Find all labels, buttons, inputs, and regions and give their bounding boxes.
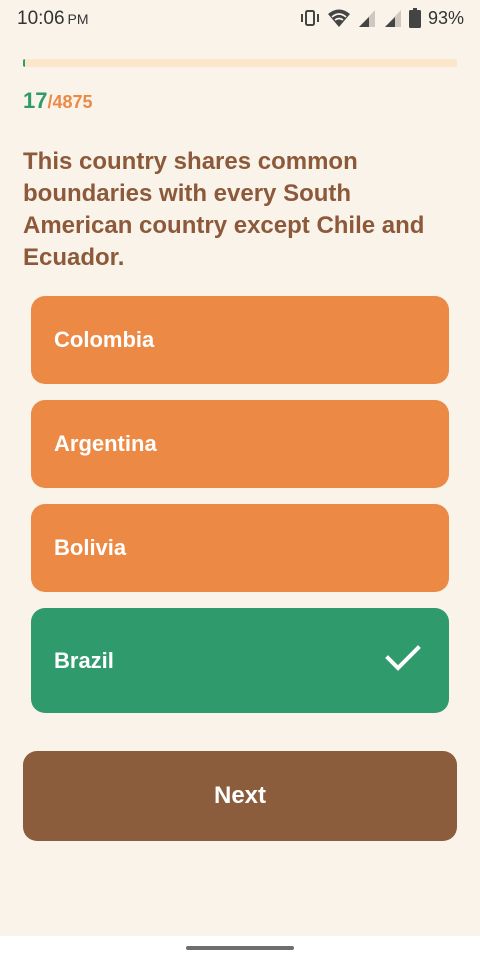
check-icon	[385, 644, 421, 678]
question-counter-total: /4875	[47, 92, 93, 112]
progress-bar	[23, 59, 457, 67]
status-time: 10:06 PM	[17, 8, 89, 30]
status-time-value: 10:06	[17, 8, 65, 29]
answer-option-label: Bolivia	[54, 535, 127, 560]
battery-percent: 93%	[427, 7, 464, 28]
next-button-label: Next	[213, 782, 267, 809]
signal-icon	[383, 8, 403, 28]
answer-option-colombia[interactable]: Colombia	[31, 296, 449, 384]
vibrate-icon	[299, 9, 321, 27]
status-bar: 10:06 PM 93%	[0, 0, 480, 36]
answer-option-bolivia[interactable]: Bolivia	[31, 504, 449, 592]
answer-option-label: Brazil	[54, 647, 114, 673]
signal-icon	[357, 8, 377, 28]
status-icons: 93%	[299, 8, 464, 28]
question-counter: 17/4875	[23, 88, 93, 114]
answer-option-argentina[interactable]: Argentina	[31, 400, 449, 488]
home-indicator[interactable]	[186, 946, 294, 950]
navigation-bar	[0, 936, 480, 960]
answer-option-label: Colombia	[54, 327, 155, 352]
question-counter-current: 17	[23, 88, 48, 113]
next-button[interactable]: Next	[23, 751, 457, 841]
progress-bar-fill	[23, 59, 26, 67]
status-time-ampm: PM	[67, 11, 89, 27]
question-text: This country shares common boundaries wi…	[23, 148, 425, 271]
answer-option-brazil[interactable]: Brazil	[31, 608, 449, 713]
answer-option-label: Argentina	[54, 431, 157, 456]
wifi-icon	[327, 8, 351, 28]
battery-icon	[408, 8, 421, 28]
